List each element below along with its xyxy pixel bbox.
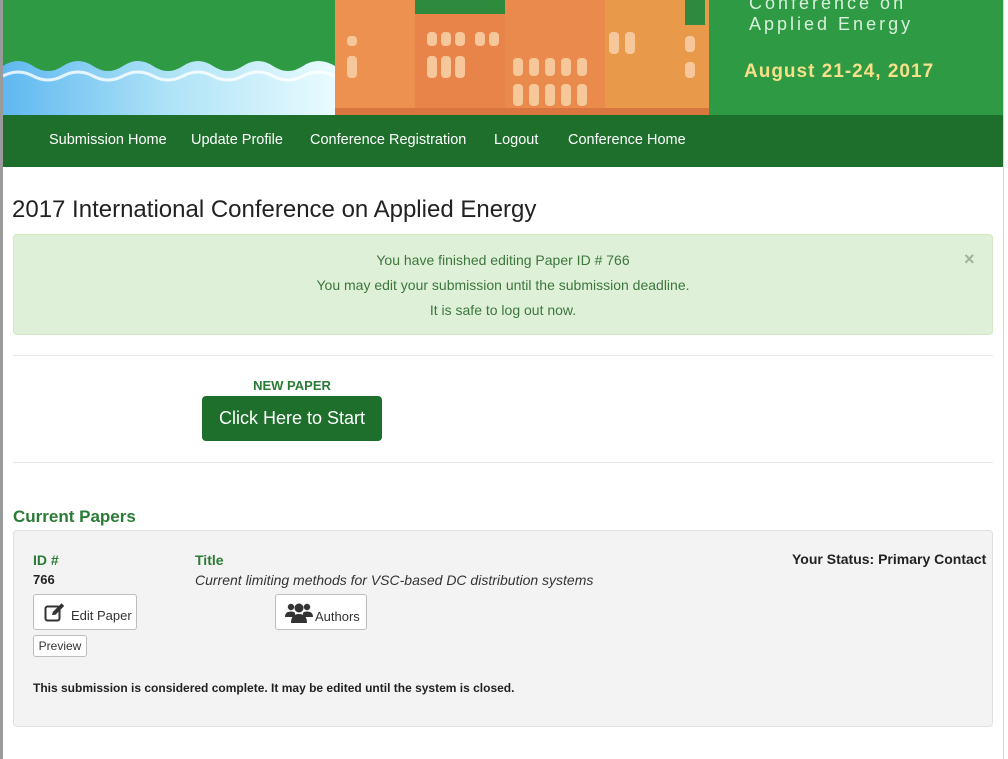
building-graphic (335, 0, 710, 115)
page-title: 2017 International Conference on Applied… (12, 196, 537, 223)
success-alert: You have finished editing Paper ID # 766… (13, 234, 993, 335)
alert-line-1: You have finished editing Paper ID # 766 (376, 252, 630, 268)
banner-subtitle: Conference on Applied Energy (749, 0, 914, 34)
authors-label: Authors (315, 609, 360, 624)
nav-conference-home[interactable]: Conference Home (568, 132, 686, 148)
users-icon (285, 603, 313, 623)
alert-line-3: It is safe to log out now. (429, 302, 577, 318)
nav-submission-home[interactable]: Submission Home (49, 132, 167, 148)
nav-logout[interactable]: Logout (494, 132, 538, 148)
wave-graphic (3, 0, 335, 115)
start-new-paper-button[interactable]: Click Here to Start (202, 396, 382, 441)
banner-dates: August 21-24, 2017 (744, 61, 935, 82)
paper-id: 766 (33, 572, 55, 587)
alert-line-2: You may edit your submission until the s… (316, 277, 690, 293)
status-value: Primary Contact (878, 551, 987, 567)
status-text: Your Status: Primary Contact (792, 551, 986, 567)
nav-update-profile[interactable]: Update Profile (191, 132, 283, 148)
main-nav: Submission Home Update Profile Conferenc… (3, 115, 1003, 167)
edit-paper-label: Edit Paper (71, 608, 132, 623)
conference-banner: Conference on Applied Energy August 21-2… (3, 0, 1003, 115)
edit-icon (44, 603, 65, 622)
nav-conference-registration[interactable]: Conference Registration (310, 132, 466, 148)
preview-button[interactable]: Preview (33, 635, 87, 657)
current-papers-heading: Current Papers (13, 507, 136, 526)
id-column-label: ID # (33, 552, 59, 568)
paper-title: Current limiting methods for VSC-based D… (195, 572, 594, 588)
paper-card: ID # Title Your Status: Primary Contact … (13, 530, 993, 727)
window-border-right (1003, 0, 1004, 759)
alert-close-icon[interactable]: × (964, 249, 975, 270)
divider (13, 355, 993, 356)
new-paper-label: NEW PAPER (253, 378, 331, 393)
authors-button[interactable]: Authors (275, 594, 367, 630)
status-label: Your Status: (792, 551, 875, 567)
title-column-label: Title (195, 552, 224, 568)
completion-note: This submission is considered complete. … (33, 681, 515, 695)
banner-text-panel: Conference on Applied Energy August 21-2… (709, 0, 1003, 115)
divider (13, 462, 993, 463)
edit-paper-button[interactable]: Edit Paper (33, 594, 137, 630)
